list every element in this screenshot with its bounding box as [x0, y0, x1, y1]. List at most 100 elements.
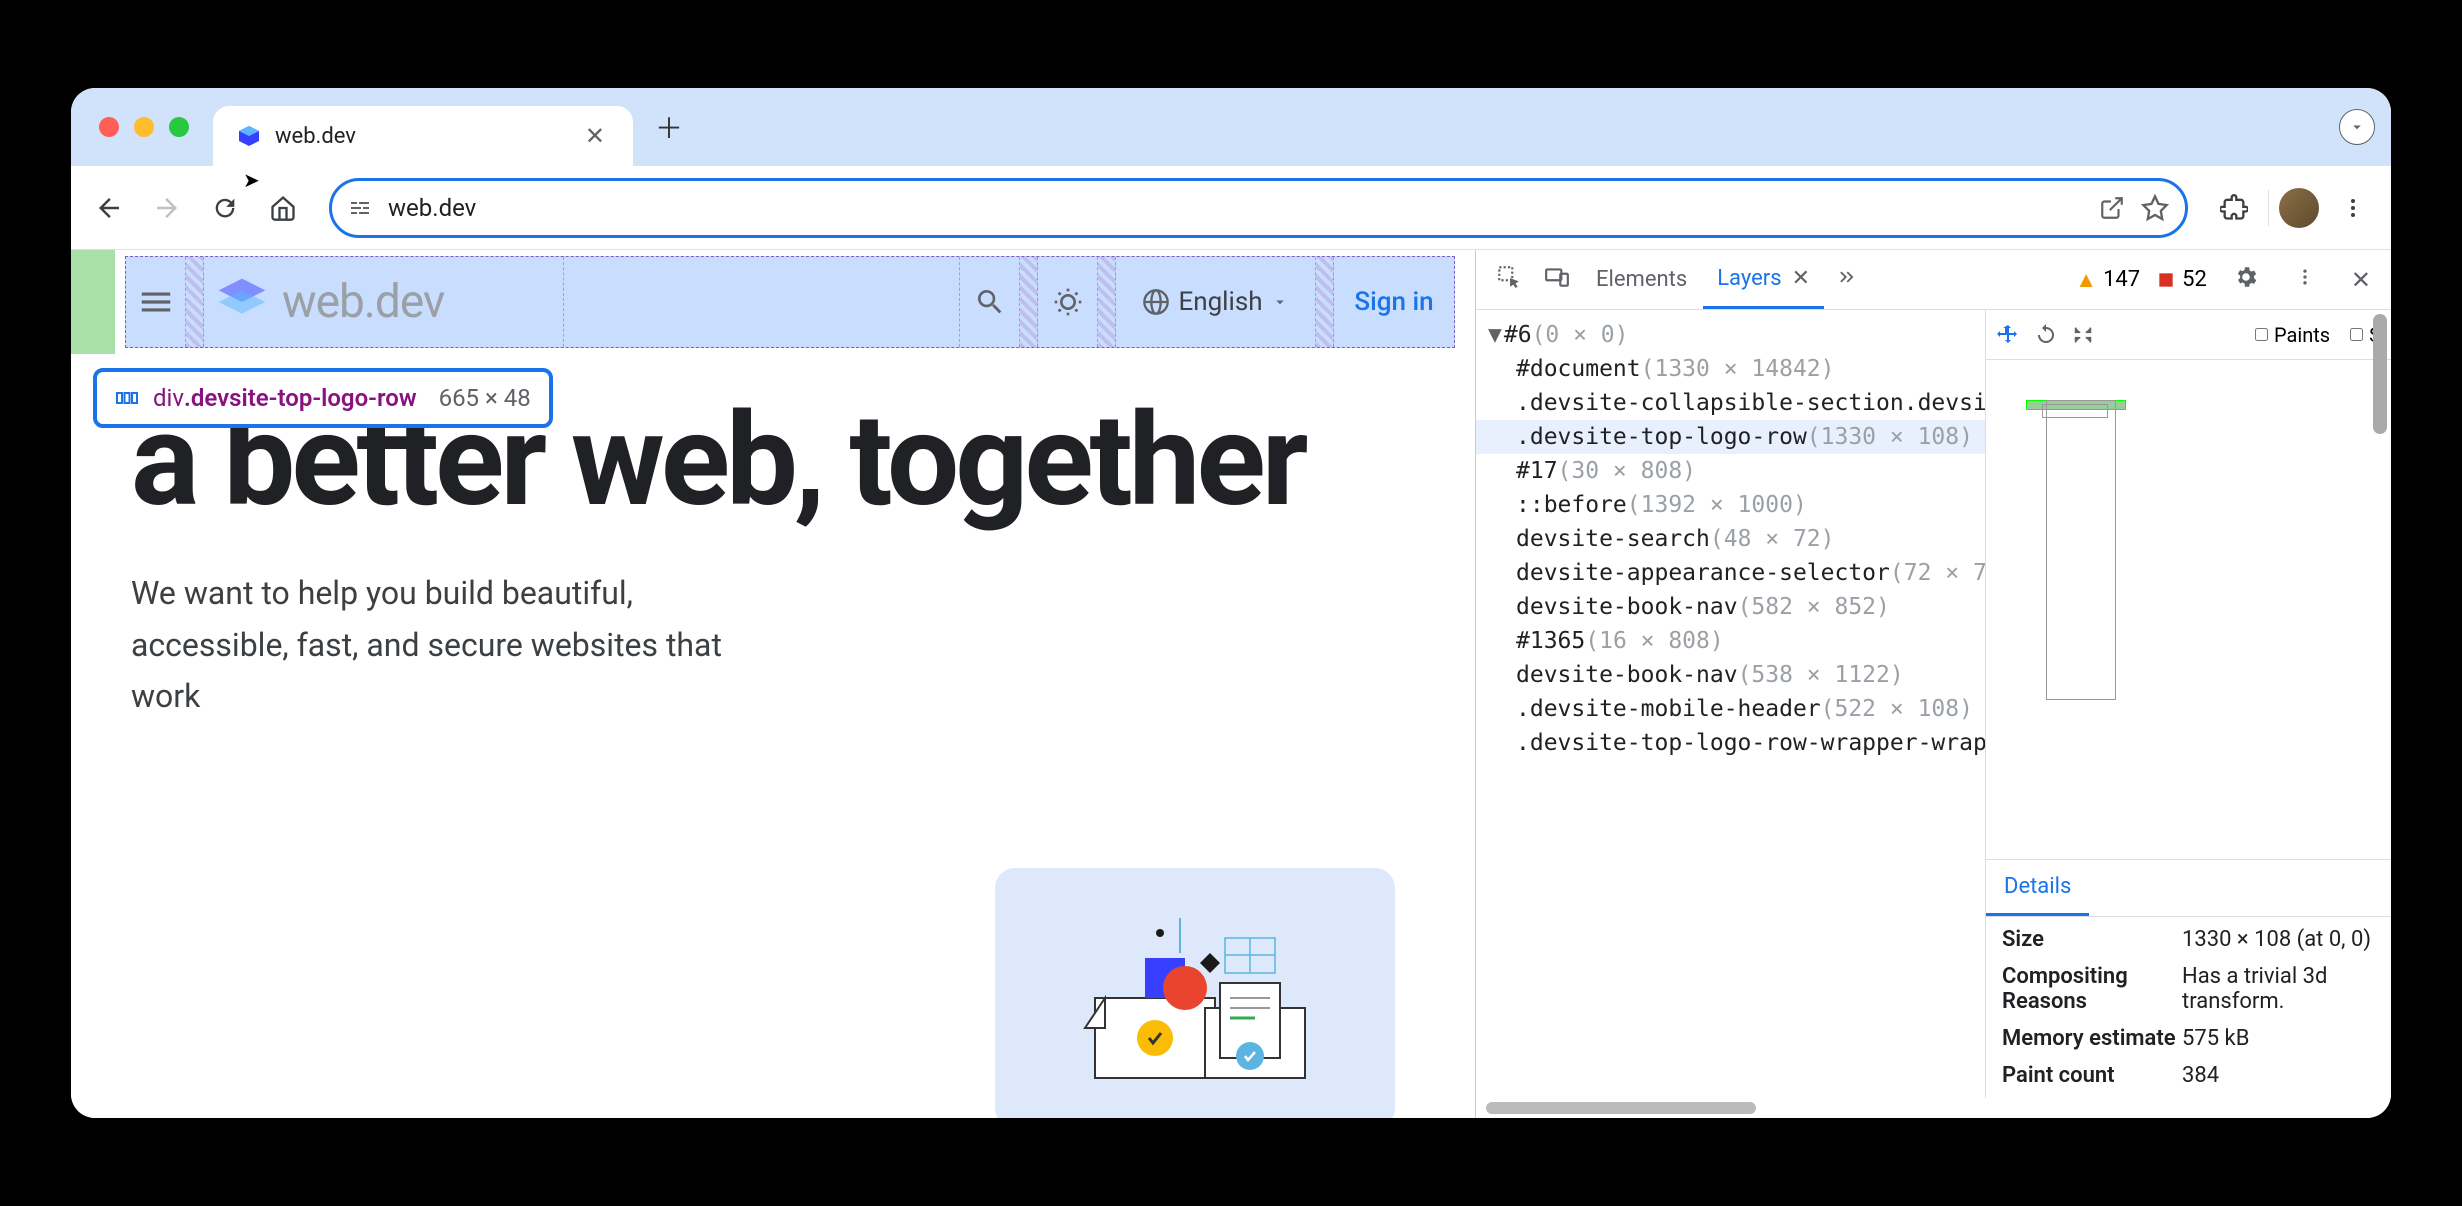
language-selector[interactable]: English	[1142, 287, 1288, 317]
tooltip-tag: div	[153, 384, 184, 412]
layer-tree-row[interactable]: devsite-appearance-selector(72 × 72)	[1476, 556, 1985, 590]
layers-right-panel: Paints S Details	[1986, 310, 2391, 1098]
warnings-count[interactable]: ▲ 147	[2075, 267, 2140, 293]
details-tabs: Details	[1986, 860, 2391, 917]
close-devtools-button[interactable]: ✕	[2341, 258, 2381, 302]
close-tab-icon[interactable]: ✕	[1792, 266, 1810, 291]
open-external-icon[interactable]	[2099, 195, 2125, 221]
menu-button[interactable]	[2329, 184, 2377, 232]
content: web.dev English	[71, 250, 2391, 1118]
inspect-element-button[interactable]	[1486, 256, 1532, 304]
layer-tree-row[interactable]: #1365(16 × 808)	[1476, 624, 1985, 658]
horizontal-scrollbar[interactable]	[1476, 1098, 2391, 1118]
site-settings-icon[interactable]	[348, 196, 372, 220]
tab-bar: web.dev ✕ ＋	[71, 88, 2391, 166]
paints-checkbox[interactable]: Paints	[2255, 323, 2330, 347]
page-viewport: web.dev English	[71, 250, 1475, 1118]
tab-layers[interactable]: Layers ✕	[1703, 250, 1824, 309]
theme-icon[interactable]	[1052, 286, 1084, 318]
layer-tree-row[interactable]: ▼#6(0 × 0)	[1476, 318, 1985, 352]
home-icon	[269, 194, 297, 222]
layers-viz-toolbar: Paints S	[1986, 310, 2391, 360]
pan-icon[interactable]	[1996, 323, 2020, 347]
layers-tree: ➤ ▼#6(0 × 0)#document(1330 × 14842).devs…	[1476, 310, 1986, 1098]
inspect-overlay: web.dev English	[125, 256, 1455, 348]
chevrons-right-icon	[1836, 266, 1858, 288]
tooltip-size: 665 × 48	[439, 384, 531, 412]
bookmark-star-icon[interactable]	[2141, 194, 2169, 222]
chevron-down-icon	[2348, 118, 2366, 136]
details-tab[interactable]: Details	[1986, 860, 2089, 916]
layer-tree-row[interactable]: devsite-book-nav(538 × 1122)	[1476, 658, 1985, 692]
minimize-window-button[interactable]	[134, 117, 154, 137]
layer-tree-row[interactable]: .devsite-mobile-header(522 × 108)	[1476, 692, 1985, 726]
maximize-window-button[interactable]	[169, 117, 189, 137]
close-window-button[interactable]	[99, 117, 119, 137]
menu-icon[interactable]	[137, 283, 175, 321]
inspector-tooltip: div.devsite-top-logo-row 665 × 48	[93, 368, 553, 428]
toolbar: web.dev	[71, 166, 2391, 250]
devtools-body: ➤ ▼#6(0 × 0)#document(1330 × 14842).devs…	[1476, 310, 2391, 1098]
chevron-down-icon	[1271, 293, 1289, 311]
scrollbar-thumb[interactable]	[1486, 1102, 1756, 1114]
rotate-icon[interactable]	[2034, 323, 2058, 347]
browser-tab[interactable]: web.dev ✕	[213, 106, 633, 166]
reload-button[interactable]	[201, 184, 249, 232]
search-icon[interactable]	[974, 286, 1006, 318]
settings-button[interactable]	[2223, 256, 2269, 304]
back-button[interactable]	[85, 184, 133, 232]
webdev-logo-icon	[214, 274, 270, 330]
illustration-icon	[1055, 898, 1335, 1098]
tooltip-class: .devsite-top-logo-row	[184, 384, 417, 412]
profile-avatar[interactable]	[2279, 188, 2319, 228]
forward-button[interactable]	[143, 184, 191, 232]
flex-icon	[115, 386, 139, 410]
layer-rect	[2046, 400, 2116, 700]
details-rows: Size1330 × 108 (at 0, 0)Compositing Reas…	[1986, 917, 2391, 1098]
layer-tree-row[interactable]: .devsite-top-logo-row-wrapper-wrapper	[1476, 726, 1985, 760]
close-tab-icon[interactable]: ✕	[581, 118, 609, 154]
devtools-panel: Elements Layers ✕ ▲ 147 52	[1475, 250, 2391, 1118]
layer-tree-row[interactable]: #document(1330 × 14842)	[1476, 352, 1985, 386]
layers-visualization[interactable]	[1986, 360, 2391, 859]
hero-illustration	[995, 868, 1395, 1118]
layer-tree-row[interactable]: devsite-book-nav(582 × 852)	[1476, 590, 1985, 624]
signin-link[interactable]: Sign in	[1354, 287, 1433, 317]
layer-tree-row[interactable]: #17(30 × 808)	[1476, 454, 1985, 488]
tab-elements[interactable]: Elements	[1582, 250, 1701, 309]
details-row: Size1330 × 108 (at 0, 0)	[1986, 921, 2391, 958]
scrollbar-thumb[interactable]	[2373, 314, 2387, 434]
layer-tree-row[interactable]: devsite-search(48 × 72)	[1476, 522, 1985, 556]
more-tabs-button[interactable]	[1826, 258, 1868, 302]
s-check-input[interactable]	[2350, 328, 2363, 341]
extensions-button[interactable]	[2210, 184, 2258, 232]
new-tab-button[interactable]: ＋	[643, 99, 695, 155]
details-panel: Details Size1330 × 108 (at 0, 0)Composit…	[1986, 859, 2391, 1098]
home-button[interactable]	[259, 184, 307, 232]
address-bar[interactable]: web.dev	[329, 178, 2188, 238]
arrow-left-icon	[94, 193, 124, 223]
devtools-menu-button[interactable]	[2285, 259, 2325, 301]
globe-icon	[1142, 288, 1170, 316]
page-header: web.dev English	[71, 250, 1475, 354]
layer-tree-row[interactable]: ::before(1392 × 1000)	[1476, 488, 1985, 522]
webdev-logo[interactable]: web.dev	[214, 274, 444, 330]
gear-icon	[2233, 264, 2259, 290]
favicon-icon	[237, 124, 261, 148]
device-mode-button[interactable]	[1534, 256, 1580, 304]
reset-view-icon[interactable]	[2072, 324, 2094, 346]
separator	[2268, 190, 2269, 226]
browser-window: web.dev ✕ ＋ web.dev	[71, 88, 2391, 1118]
layer-tree-row[interactable]: .devsite-top-logo-row(1330 × 108)	[1476, 420, 1985, 454]
more-vert-icon	[2341, 196, 2365, 220]
tab-title: web.dev	[275, 124, 567, 149]
details-row: Memory estimate575 kB	[1986, 1020, 2391, 1057]
paints-check-input[interactable]	[2255, 328, 2268, 341]
error-icon	[2156, 270, 2176, 290]
omnibox-actions	[2099, 194, 2169, 222]
tab-list-dropdown[interactable]	[2339, 109, 2375, 145]
layer-rect	[2042, 404, 2108, 418]
layer-tree-row[interactable]: .devsite-collapsible-section.devsite-hea	[1476, 386, 1985, 420]
close-icon: ✕	[2351, 266, 2371, 294]
errors-count[interactable]: 52	[2156, 267, 2207, 292]
